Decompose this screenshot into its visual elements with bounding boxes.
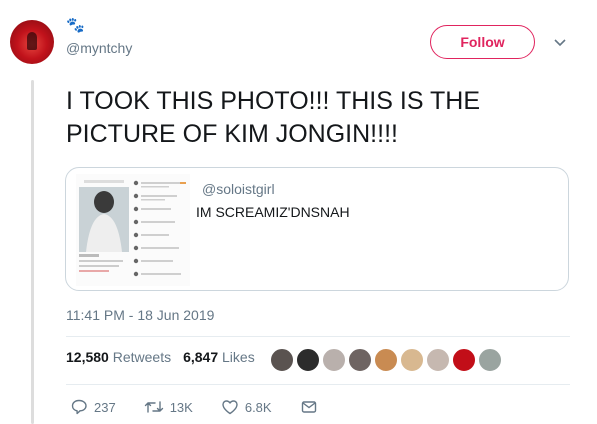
thread-line [31, 80, 34, 424]
likes-stat[interactable]: 6,847 Likes [183, 349, 255, 365]
retweets-count: 12,580 [66, 349, 109, 365]
reply-count: 237 [94, 399, 116, 415]
divider [66, 384, 570, 385]
quoted-tweet[interactable]: @soloistgirl IM SCREAMIZ'DNSNAH [65, 167, 569, 291]
chevron-down-icon[interactable] [553, 36, 567, 50]
likes-count: 6,847 [183, 349, 219, 365]
liker-avatar[interactable] [426, 348, 450, 372]
heart-icon [222, 400, 238, 415]
engagement-stats: 12,580 Retweets 6,847 Likes [66, 349, 255, 365]
liker-avatar[interactable] [322, 348, 346, 372]
liker-avatar[interactable] [374, 348, 398, 372]
user-block[interactable]: 🐾 @myntchy [66, 17, 132, 57]
tweet-timestamp[interactable]: 11:41 PM - 18 Jun 2019 [66, 307, 214, 323]
like-button[interactable]: 6.8K [221, 398, 272, 416]
tweet-actions: 237 13K 6.8K [70, 398, 352, 416]
liker-avatar[interactable] [478, 348, 502, 372]
like-count: 6.8K [244, 399, 272, 415]
liker-avatar[interactable] [270, 348, 294, 372]
paw-prints-icon: 🐾 [66, 17, 85, 34]
retweet-icon [144, 401, 163, 413]
divider [66, 336, 570, 337]
liker-avatar[interactable] [400, 348, 424, 372]
avatar[interactable] [10, 20, 54, 64]
retweets-label: Retweets [112, 349, 172, 365]
likes-label: Likes [222, 349, 255, 365]
retweet-count: 13K [169, 399, 193, 415]
liker-avatars [270, 348, 504, 372]
quoted-tweet-thumbnail [76, 174, 190, 286]
follow-button[interactable]: Follow [430, 25, 535, 59]
liker-avatar[interactable] [296, 348, 320, 372]
quoted-tweet-text: IM SCREAMIZ'DNSNAH [196, 204, 350, 220]
liker-avatar[interactable] [348, 348, 372, 372]
direct-message-button[interactable] [300, 398, 324, 416]
message-icon [301, 401, 316, 413]
quoted-tweet-handle[interactable]: @soloistgirl [202, 181, 275, 197]
retweets-stat[interactable]: 12,580 Retweets [66, 349, 171, 365]
retweet-button[interactable]: 13K [144, 398, 193, 416]
reply-button[interactable]: 237 [70, 398, 116, 416]
user-handle[interactable]: @myntchy [66, 40, 132, 56]
liker-avatar[interactable] [452, 348, 476, 372]
tweet-text: I TOOK THIS PHOTO!!! THIS IS THE PICTURE… [66, 87, 480, 148]
reply-icon [71, 399, 87, 415]
